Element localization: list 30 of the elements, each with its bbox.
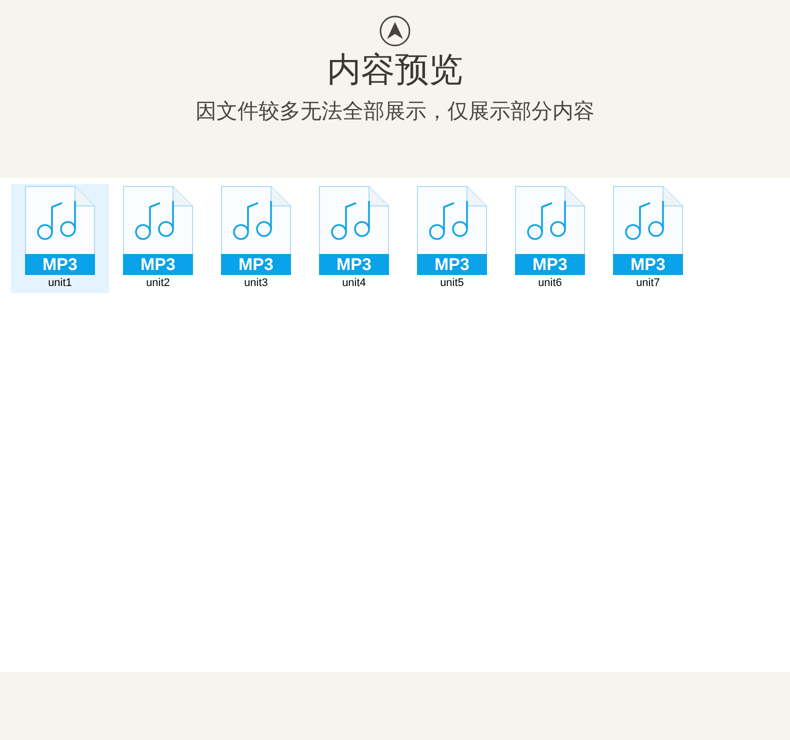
file-item[interactable]: MP3 unit5	[403, 184, 501, 293]
file-item[interactable]: MP3 unit3	[207, 184, 305, 293]
file-type-label: MP3	[630, 254, 666, 275]
file-name: unit6	[538, 276, 562, 290]
file-name: unit3	[244, 276, 268, 290]
file-name: unit5	[440, 276, 464, 290]
preview-notice: 因文件较多无法全部展示，仅展示部分内容	[196, 99, 594, 125]
file-item[interactable]: MP3 unit1	[11, 184, 109, 293]
audio-file-icon	[123, 186, 193, 275]
audio-file-icon	[613, 186, 683, 275]
file-name: unit7	[636, 276, 660, 290]
file-type-label: MP3	[42, 254, 78, 275]
audio-file-icon	[515, 186, 585, 275]
file-item[interactable]: MP3 unit6	[501, 184, 599, 293]
file-type-label: MP3	[532, 254, 568, 275]
file-type-label: MP3	[238, 254, 274, 275]
file-type-label: MP3	[434, 254, 470, 275]
file-type-label: MP3	[336, 254, 372, 275]
file-name: unit2	[146, 276, 170, 290]
audio-file-icon	[417, 186, 487, 275]
audio-file-icon	[221, 186, 291, 275]
file-item[interactable]: MP3 unit7	[599, 184, 697, 293]
audio-file-icon	[25, 186, 95, 275]
file-type-label: MP3	[140, 254, 176, 275]
file-name: unit4	[342, 276, 366, 290]
audio-file-icon	[319, 186, 389, 275]
file-item[interactable]: MP3 unit4	[305, 184, 403, 293]
file-name: unit1	[48, 276, 72, 290]
file-item[interactable]: MP3 unit2	[109, 184, 207, 293]
preview-title: 内容预览	[327, 50, 463, 90]
